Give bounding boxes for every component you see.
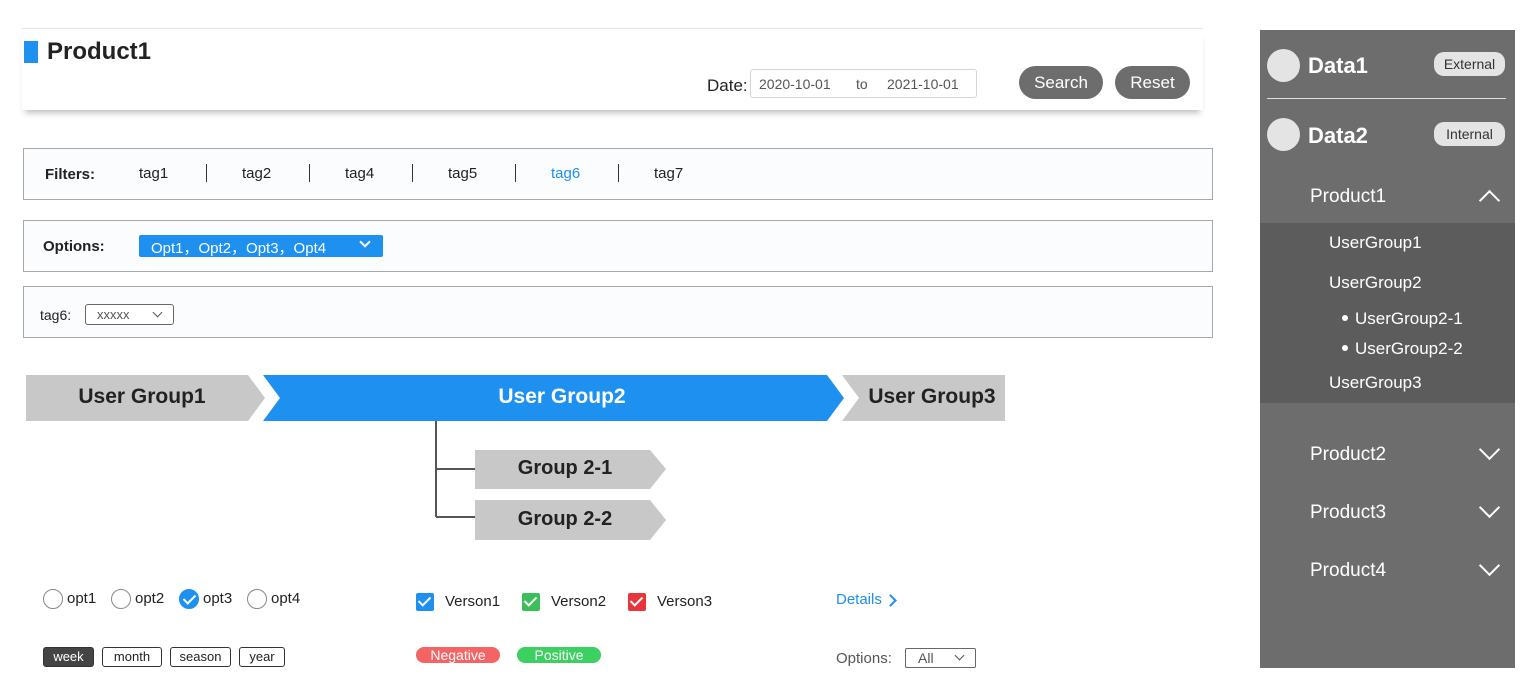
internal-badge: Internal — [1434, 122, 1505, 146]
checkbox-verson3-label: Verson3 — [657, 593, 713, 610]
sidebar-item-product1[interactable]: Product1 — [1310, 186, 1386, 208]
chevron-down-icon[interactable] — [1478, 496, 1501, 519]
radio-opt1[interactable] — [43, 589, 63, 609]
radio-opt4-label: opt4 — [271, 590, 301, 607]
period-year-button[interactable]: year — [239, 647, 285, 667]
group-2-2-label: Group 2-2 — [517, 508, 613, 530]
sidebar-item-product3[interactable]: Product3 — [1310, 502, 1386, 524]
data2-name[interactable]: Data2 — [1308, 123, 1368, 149]
radio-opt2[interactable] — [111, 589, 131, 609]
sidebar-item-usergroup2-1[interactable]: UserGroup2-1 — [1355, 309, 1463, 329]
chevron-up-icon[interactable] — [1478, 189, 1501, 212]
options2-label: Options: — [836, 650, 892, 667]
period-week-button[interactable]: week — [43, 647, 94, 667]
external-badge: External — [1434, 52, 1505, 76]
data1-avatar — [1267, 49, 1300, 82]
checkbox-verson1-label: Verson1 — [445, 593, 501, 610]
bullet-icon — [1342, 345, 1348, 351]
data2-avatar — [1267, 118, 1300, 151]
sidebar-item-usergroup3[interactable]: UserGroup3 — [1329, 373, 1422, 393]
details-link[interactable]: Details — [836, 591, 882, 608]
step-user-group1-label: User Group1 — [78, 385, 206, 408]
period-season-button[interactable]: season — [170, 647, 231, 667]
negative-badge: Negative — [416, 647, 500, 663]
product1-submenu: UserGroup1 UserGroup2 UserGroup2-1 UserG… — [1260, 223, 1515, 403]
options2-select[interactable]: All — [905, 648, 976, 668]
sidebar-item-usergroup2[interactable]: UserGroup2 — [1329, 273, 1422, 293]
checkbox-verson2-label: Verson2 — [551, 593, 607, 610]
bullet-icon — [1342, 315, 1348, 321]
radio-opt1-label: opt1 — [67, 590, 97, 607]
checkbox-verson1[interactable] — [416, 593, 434, 611]
chevron-down-icon[interactable] — [1478, 554, 1501, 577]
chevron-down-icon — [954, 650, 965, 661]
sidebar-divider — [1267, 98, 1506, 99]
positive-badge: Positive — [517, 647, 601, 663]
checkbox-verson2[interactable] — [522, 593, 540, 611]
step-user-group3-label: User Group3 — [868, 385, 996, 408]
radio-opt3-label: opt3 — [203, 590, 233, 607]
group-2-1-label: Group 2-1 — [517, 457, 613, 479]
sidebar-item-product2[interactable]: Product2 — [1310, 444, 1386, 466]
sidebar-item-usergroup2-2[interactable]: UserGroup2-2 — [1355, 339, 1463, 359]
step-user-group2-label: User Group2 — [498, 385, 626, 408]
data1-name[interactable]: Data1 — [1308, 53, 1368, 79]
radio-opt3-checked[interactable] — [179, 589, 199, 609]
sidebar-item-usergroup1[interactable]: UserGroup1 — [1329, 233, 1422, 253]
radio-opt4[interactable] — [247, 589, 267, 609]
sidebar: Data1 External Data2 Internal Product1 U… — [1260, 30, 1515, 668]
chevron-down-icon[interactable] — [1478, 438, 1501, 461]
options2-value: All — [918, 650, 934, 666]
sidebar-item-product4[interactable]: Product4 — [1310, 560, 1386, 582]
checkbox-verson3[interactable] — [628, 593, 646, 611]
period-month-button[interactable]: month — [102, 647, 162, 667]
radio-opt2-label: opt2 — [135, 590, 165, 607]
